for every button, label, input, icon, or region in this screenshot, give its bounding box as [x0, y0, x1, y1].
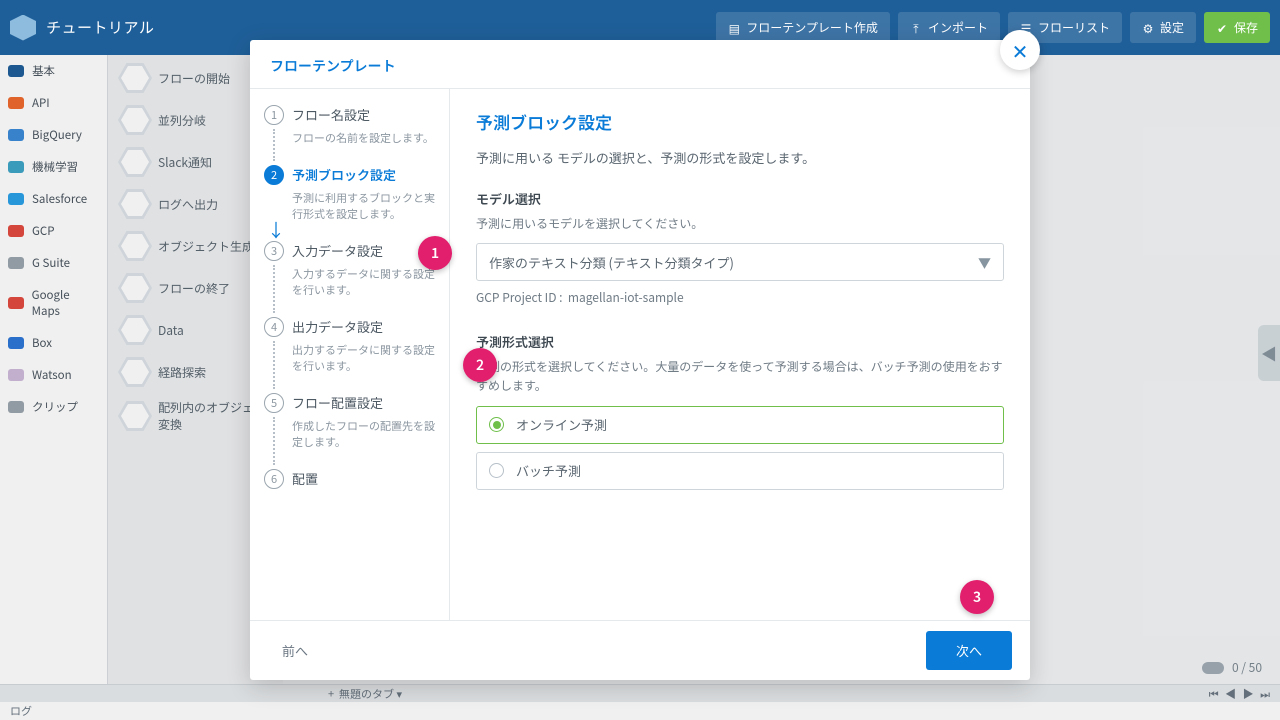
flow-template-create-label: フローテンプレート作成 — [746, 19, 878, 36]
step-number: 4 — [264, 317, 284, 337]
wizard-step[interactable]: 6配置 — [268, 469, 439, 488]
settings-button[interactable]: ⚙ 設定 — [1130, 12, 1196, 43]
callout-pin-1: 1 — [418, 236, 452, 270]
next-button[interactable]: 次へ — [926, 631, 1012, 670]
format-section-title: 予測形式選択 — [476, 332, 1004, 351]
content-lead: 予測に用いる モデルの選択と、予測の形式を設定します。 — [476, 148, 1004, 167]
radio-indicator-icon — [489, 463, 504, 478]
app-logo-icon — [10, 15, 36, 41]
step-title: フロー配置設定 — [292, 393, 439, 412]
step-desc: 予測に利用するブロックと実行形式を設定します。 — [292, 190, 439, 223]
step-title: 配置 — [292, 469, 439, 488]
upload-icon: ⤒ — [910, 22, 922, 34]
model-select[interactable]: 作家のテキスト分類 (テキスト分類タイプ) ▼ — [476, 243, 1004, 281]
check-icon: ✔ — [1216, 22, 1228, 34]
wizard-step[interactable]: 1フロー名設定フローの名前を設定します。 — [268, 105, 439, 147]
model-hint: 予測に用いるモデルを選択してください。 — [476, 214, 1004, 233]
chevron-down-icon: ▼ — [978, 253, 991, 272]
step-number: 3 — [264, 241, 284, 261]
step-title: 出力データ設定 — [292, 317, 439, 336]
step-number: 6 — [264, 469, 284, 489]
gcp-project-line: GCP Project ID : magellan-iot-sample — [476, 289, 1004, 306]
modal-close-button[interactable]: ✕ — [1000, 30, 1040, 70]
wizard-step[interactable]: 4出力データ設定出力するデータに関する設定を行います。 — [268, 317, 439, 375]
wizard-steps: 1フロー名設定フローの名前を設定します。2予測ブロック設定予測に利用するブロック… — [250, 89, 450, 620]
back-button[interactable]: 前へ — [268, 633, 322, 668]
import-label: インポート — [928, 19, 988, 36]
step-title: 予測ブロック設定 — [292, 165, 439, 184]
radio-batch-label: バッチ予測 — [516, 461, 581, 480]
modal-title: フローテンプレート — [270, 56, 1010, 76]
step-desc: 入力するデータに関する設定を行います。 — [292, 266, 439, 299]
project-value: magellan-iot-sample — [568, 289, 684, 306]
step-desc: 作成したフローの配置先を設定します。 — [292, 418, 439, 451]
model-section-title: モデル選択 — [476, 189, 1004, 208]
step-title: 入力データ設定 — [292, 241, 439, 260]
close-icon: ✕ — [1012, 36, 1029, 65]
content-heading: 予測ブロック設定 — [476, 109, 1004, 134]
modal-footer: 前へ 次へ — [250, 620, 1030, 680]
radio-indicator-icon — [489, 417, 504, 432]
step-number: 2 — [264, 165, 284, 185]
save-button[interactable]: ✔ 保存 — [1204, 12, 1270, 43]
callout-pin-2: 2 — [463, 348, 497, 382]
wizard-step[interactable]: 5フロー配置設定作成したフローの配置先を設定します。 — [268, 393, 439, 451]
wizard-content: 予測ブロック設定 予測に用いる モデルの選択と、予測の形式を設定します。 モデル… — [450, 89, 1030, 620]
step-number: 5 — [264, 393, 284, 413]
callout-pin-3: 3 — [960, 580, 994, 614]
step-desc: 出力するデータに関する設定を行います。 — [292, 342, 439, 375]
settings-label: 設定 — [1160, 19, 1184, 36]
radio-online-prediction[interactable]: オンライン予測 — [476, 406, 1004, 444]
wizard-step[interactable]: 2予測ブロック設定予測に利用するブロックと実行形式を設定します。 — [268, 165, 439, 223]
flow-template-modal: ✕ フローテンプレート 1フロー名設定フローの名前を設定します。2予測ブロック設… — [250, 40, 1030, 680]
step-desc: フローの名前を設定します。 — [292, 130, 439, 147]
project-label: GCP Project ID : — [476, 289, 562, 306]
wizard-step[interactable]: 3入力データ設定入力するデータに関する設定を行います。 — [268, 241, 439, 299]
step-number: 1 — [264, 105, 284, 125]
flow-template-create-button[interactable]: ▤ フローテンプレート作成 — [716, 12, 890, 43]
document-icon: ▤ — [728, 22, 740, 34]
gear-icon: ⚙ — [1142, 22, 1154, 34]
import-button[interactable]: ⤒ インポート — [898, 12, 1000, 43]
radio-batch-prediction[interactable]: バッチ予測 — [476, 452, 1004, 490]
save-label: 保存 — [1234, 19, 1258, 36]
model-select-value: 作家のテキスト分類 (テキスト分類タイプ) — [489, 253, 734, 272]
radio-online-label: オンライン予測 — [516, 415, 607, 434]
flow-list-label: フローリスト — [1038, 19, 1110, 36]
format-hint: 予測の形式を選択してください。大量のデータを使って予測する場合は、バッチ予測の使… — [476, 357, 1004, 395]
app-title: チュートリアル — [46, 17, 154, 38]
step-title: フロー名設定 — [292, 105, 439, 124]
